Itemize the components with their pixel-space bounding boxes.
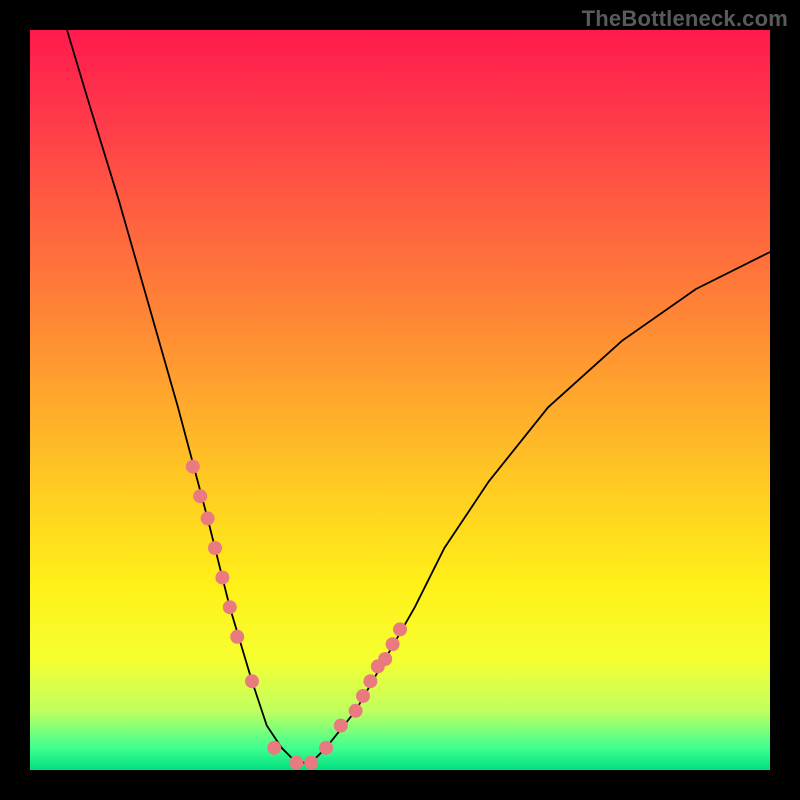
highlight-dot: [201, 511, 215, 525]
highlight-dot: [349, 704, 363, 718]
highlight-dot: [289, 756, 303, 770]
highlight-dot: [319, 741, 333, 755]
highlight-dots: [186, 460, 407, 770]
highlight-dot: [334, 719, 348, 733]
highlight-dot: [208, 541, 222, 555]
highlight-dot: [230, 630, 244, 644]
highlight-dot: [267, 741, 281, 755]
highlight-dot: [386, 637, 400, 651]
watermark-text: TheBottleneck.com: [582, 6, 788, 32]
bottleneck-curve: [67, 30, 770, 763]
highlight-dot: [245, 674, 259, 688]
highlight-dot: [393, 622, 407, 636]
highlight-dot: [193, 489, 207, 503]
chart-stage: TheBottleneck.com: [0, 0, 800, 800]
highlight-dot: [356, 689, 370, 703]
highlight-dot: [378, 652, 392, 666]
highlight-dot: [363, 674, 377, 688]
plot-area: [30, 30, 770, 770]
highlight-dot: [186, 460, 200, 474]
highlight-dot: [215, 571, 229, 585]
highlight-dot: [371, 659, 385, 673]
highlight-dot: [223, 600, 237, 614]
highlight-dot: [304, 756, 318, 770]
curve-layer: [30, 30, 770, 770]
